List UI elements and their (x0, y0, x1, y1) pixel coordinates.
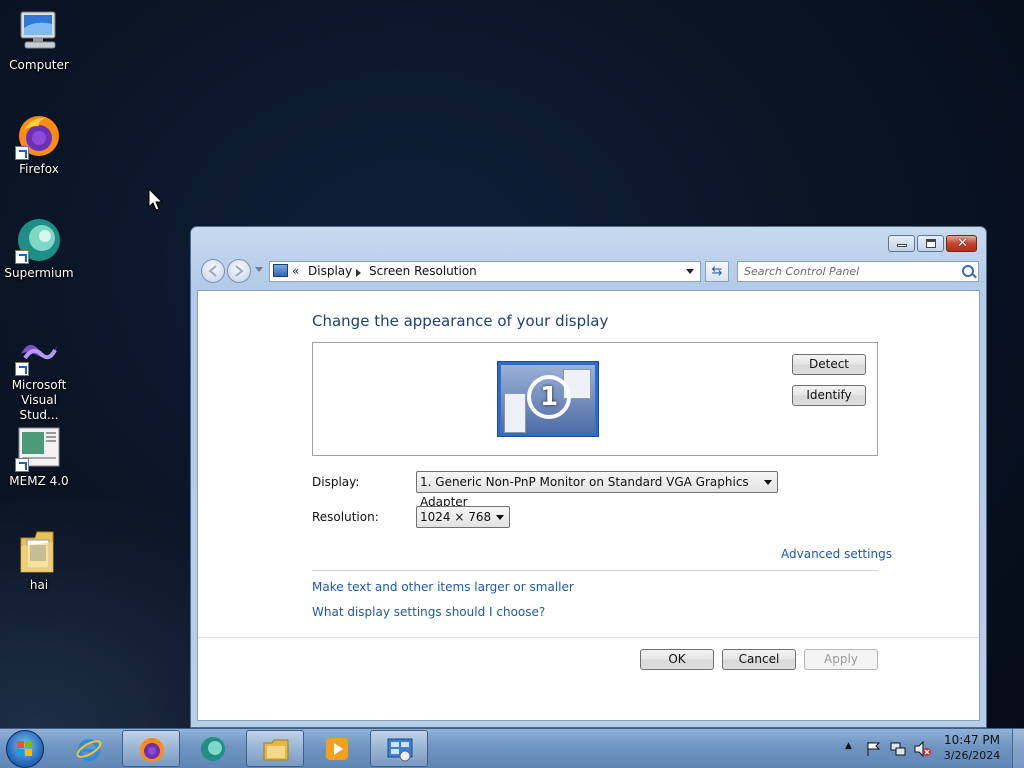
forward-button[interactable] (227, 259, 251, 283)
apply-button[interactable]: Apply (804, 649, 878, 670)
desktop-icon-computer[interactable]: Computer (2, 8, 76, 73)
network-icon[interactable] (890, 741, 906, 757)
detect-button[interactable]: Detect (792, 354, 866, 375)
control-panel-icon (387, 738, 413, 762)
maximize-icon (926, 239, 936, 248)
desktop-icon-label: hai (29, 578, 49, 592)
desktop-icon-memz[interactable]: MEMZ 4.0 (2, 424, 76, 489)
internet-explorer-icon (76, 739, 102, 761)
caption-buttons: ✕ (886, 235, 977, 252)
display-select[interactable]: 1. Generic Non-PnP Monitor on Standard V… (416, 471, 778, 509)
text-size-link[interactable]: Make text and other items larger or smal… (312, 580, 574, 594)
back-arrow-icon (208, 265, 217, 277)
taskbar: ▲ 10:47 PM 3/26/2024 (0, 728, 1024, 768)
ok-button[interactable]: OK (640, 649, 714, 670)
chevron-down-icon (496, 515, 504, 520)
advanced-settings-link[interactable]: Advanced settings (781, 547, 892, 561)
breadcrumb-overflow[interactable]: « (292, 264, 299, 278)
firefox-icon (140, 738, 164, 762)
back-button[interactable] (201, 259, 225, 283)
desktop-icon-hai[interactable]: hai (2, 528, 76, 593)
page-title: Change the appearance of your display (312, 312, 609, 330)
system-clock[interactable]: 10:47 PM 3/26/2024 (936, 732, 1008, 764)
taskbar-file-explorer[interactable] (246, 730, 304, 767)
cancel-button[interactable]: Cancel (722, 649, 796, 670)
clock-date: 3/26/2024 (943, 749, 1001, 762)
taskbar-supermium[interactable] (184, 730, 242, 767)
desktop-icon-label: Computer (9, 58, 69, 72)
control-panel-icon (273, 264, 288, 277)
firefox-icon (15, 112, 63, 160)
breadcrumb-display[interactable]: Display (308, 264, 352, 278)
close-button[interactable]: ✕ (946, 235, 977, 252)
address-bar[interactable]: « Display Screen Resolution (269, 261, 701, 282)
supermium-icon (15, 216, 63, 264)
show-desktop-button[interactable] (1012, 729, 1024, 768)
taskbar-firefox[interactable] (122, 730, 180, 767)
supermium-icon (201, 737, 225, 761)
shortcut-arrow-icon (15, 362, 29, 376)
monitor-1-icon[interactable]: 1 (497, 361, 599, 437)
desktop-icon-label: Firefox (19, 162, 59, 176)
windows-logo-icon (17, 741, 33, 757)
monitor-number: 1 (527, 375, 571, 419)
shortcut-arrow-icon (15, 458, 29, 472)
media-player-icon (326, 738, 348, 760)
maximize-button[interactable] (917, 235, 944, 252)
taskbar-internet-explorer[interactable] (60, 730, 118, 767)
breadcrumb-separator-icon[interactable] (356, 269, 361, 277)
computer-icon (15, 8, 63, 56)
memz-icon (15, 424, 63, 472)
content-area: Change the appearance of your display 1 … (197, 290, 980, 721)
show-hidden-icons-icon[interactable]: ▲ (845, 741, 852, 751)
taskbar-media-player[interactable] (308, 730, 366, 767)
search-icon[interactable] (962, 265, 974, 277)
resolution-select[interactable]: 1024 × 768 (416, 506, 510, 528)
refresh-button[interactable]: ⇆ (705, 261, 729, 282)
shortcut-arrow-icon (15, 250, 29, 264)
minimize-icon (897, 244, 907, 247)
file-explorer-icon (263, 739, 289, 761)
desktop-icon-label: Supermium (4, 266, 74, 280)
identify-button[interactable]: Identify (792, 385, 866, 406)
close-icon: ✕ (957, 236, 968, 251)
address-dropdown-icon[interactable] (686, 269, 694, 274)
breadcrumb-screen-resolution[interactable]: Screen Resolution (369, 264, 477, 278)
desktop-icon-firefox[interactable]: Firefox (2, 112, 76, 177)
resolution-label: Resolution: (312, 510, 379, 524)
desktop-icon-label: MEMZ 4.0 (9, 474, 69, 488)
desktop-icon-supermium[interactable]: Supermium (2, 216, 76, 281)
forward-arrow-icon (235, 265, 244, 277)
shortcut-arrow-icon (15, 146, 29, 160)
search-input[interactable] (744, 263, 954, 280)
display-settings-help-link[interactable]: What display settings should I choose? (312, 605, 545, 619)
screen-resolution-window: ✕ « Display Screen Resolution ⇆ Change t… (190, 226, 987, 728)
monitor-preview-box: 1 Detect Identify (312, 342, 878, 456)
refresh-icon: ⇆ (711, 264, 723, 279)
search-box[interactable] (737, 261, 979, 282)
footer-divider (198, 637, 979, 638)
display-select-value: 1. Generic Non-PnP Monitor on Standard V… (420, 475, 749, 509)
navigation-bar: « Display Screen Resolution ⇆ (197, 259, 980, 285)
resolution-select-value: 1024 × 768 (420, 510, 492, 524)
minimize-button[interactable] (888, 235, 915, 252)
clock-time: 10:47 PM (944, 733, 1000, 747)
desktop-icon-label: Microsoft Visual Stud... (11, 378, 67, 422)
action-center-flag-icon[interactable] (866, 741, 882, 757)
visual-studio-icon (15, 328, 63, 376)
chevron-down-icon (764, 480, 772, 485)
recent-pages-dropdown-icon[interactable] (255, 267, 263, 272)
volume-muted-icon[interactable] (914, 741, 932, 757)
folder-icon (15, 528, 63, 576)
display-label: Display: (312, 475, 360, 489)
desktop-icon-visual-studio[interactable]: Microsoft Visual Stud... (2, 328, 76, 423)
taskbar-control-panel[interactable] (370, 730, 428, 767)
divider (312, 570, 878, 571)
mouse-cursor-icon (148, 188, 164, 211)
start-button[interactable] (6, 730, 44, 768)
